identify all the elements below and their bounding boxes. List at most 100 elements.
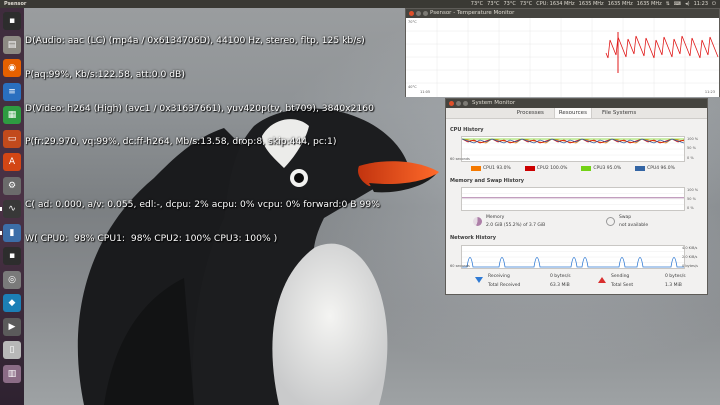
- cpu-history-title: CPU History: [450, 127, 484, 133]
- mem-y-50: 50 %: [687, 197, 696, 201]
- maximize-button[interactable]: [423, 11, 428, 16]
- maximize-button[interactable]: [463, 101, 468, 106]
- cpu-freq-indicator-2[interactable]: 1635 MHz: [579, 0, 604, 8]
- color-swatch[interactable]: [471, 166, 481, 171]
- network-history-title: Network History: [450, 235, 496, 241]
- psensor-window: Psensor - Temperature Monitor 70°C 40°C …: [405, 8, 720, 97]
- psensor-title: Psensor - Temperature Monitor: [430, 10, 515, 16]
- sending-label: Sending: [611, 274, 630, 279]
- legend-label: CPU4 96.0%: [647, 166, 675, 171]
- temp-indicator-4[interactable]: 73°C: [520, 0, 532, 8]
- cpu-history-plot: [461, 136, 685, 162]
- temperature-graph-svg: [406, 18, 719, 97]
- mem-y-0: 0 %: [687, 206, 694, 210]
- total-received-value: 63.3 MiB: [550, 283, 570, 288]
- keyboard-icon[interactable]: ⌨: [674, 0, 681, 8]
- trash-icon[interactable]: ▥: [3, 364, 21, 383]
- graph-y-max: 70°C: [408, 20, 417, 24]
- memory-history-plot: [461, 187, 685, 211]
- sysmon-title: System Monitor: [472, 100, 516, 106]
- cpu-freq-indicator-3[interactable]: 1635 MHz: [608, 0, 633, 8]
- system-monitor-icon[interactable]: ∿: [0, 200, 21, 218]
- camera-icon[interactable]: ◎: [3, 270, 21, 289]
- active-app-title: Psensor: [4, 1, 27, 7]
- osd-line: D(Audio: aac (LC) (mp4a / 0x6134706D), 4…: [25, 35, 365, 47]
- swap-pie-icon[interactable]: [606, 217, 615, 226]
- legend-cpu1[interactable]: CPU1 93.0%: [471, 166, 511, 171]
- graph-y-min: 40°C: [408, 85, 417, 89]
- close-button[interactable]: [449, 101, 454, 106]
- clock[interactable]: 11:23: [694, 0, 708, 8]
- legend-label: CPU1 93.0%: [483, 166, 511, 171]
- close-button[interactable]: [409, 11, 414, 16]
- terminal-icon[interactable]: ▪: [3, 12, 21, 30]
- cpu-y-0: 0 %: [687, 156, 694, 160]
- psensor-icon[interactable]: ▮: [0, 223, 21, 242]
- cpu-history-svg: [461, 138, 685, 156]
- calc-icon[interactable]: ▦: [3, 106, 21, 124]
- sending-arrow-icon: [598, 277, 606, 283]
- osd-line: D(Video: h264 (High) (avc1 / 0x31637661)…: [25, 102, 374, 114]
- minimize-button[interactable]: [416, 11, 421, 16]
- legend-cpu3[interactable]: CPU3 95.0%: [581, 166, 621, 171]
- memory-label: Memory: [486, 215, 505, 220]
- legend-cpu2[interactable]: CPU2 100.0%: [524, 166, 568, 171]
- graph-time-start: 11:05: [420, 90, 431, 94]
- tab-resources[interactable]: Resources: [553, 108, 592, 118]
- legend-label: CPU3 95.0%: [593, 166, 622, 171]
- network-history-svg: [462, 251, 684, 268]
- legend-label: CPU2 100.0%: [536, 166, 568, 171]
- software-center-icon[interactable]: A: [3, 153, 21, 171]
- media-icon[interactable]: ▶: [3, 317, 21, 336]
- memory-history-title: Memory and Swap History: [450, 178, 525, 184]
- mem-y-100: 100 %: [687, 188, 699, 192]
- temp-indicator-2[interactable]: 73°C: [487, 0, 499, 8]
- memory-pie-icon[interactable]: [473, 217, 482, 226]
- tab-bar: Processes Resources File Systems: [446, 108, 707, 119]
- indicator-area[interactable]: 73°C 73°C 73°C 73°C CPU: 1634 MHz 1635 M…: [471, 0, 716, 8]
- graph-time-end: 11:23: [704, 90, 715, 94]
- temperature-graph: 70°C 40°C 11:05 11:23: [406, 18, 719, 97]
- osd-line: W( CPU0: 98% CPU1: 98% CPU2: 100% CPU3: …: [25, 232, 278, 244]
- temp-indicator-3[interactable]: 73°C: [504, 0, 516, 8]
- memory-value: 2.0 GiB (55.2%) of 3.7 GiB: [486, 223, 546, 228]
- mpv-stats-overlay: D(Audio: aac (LC) (mp4a / 0x6134706D), 4…: [25, 13, 380, 255]
- power-icon[interactable]: ⏻: [712, 0, 716, 8]
- net-y-mid: 2.0 KiB/s: [682, 255, 698, 259]
- receiving-value: 0 bytes/s: [550, 274, 571, 279]
- network-icon[interactable]: ⇅: [666, 0, 670, 8]
- cpu-y-50: 50 %: [687, 146, 696, 150]
- cpu-freq-indicator-4[interactable]: 1635 MHz: [637, 0, 662, 8]
- osd-line: C( ad: 0.000, a/v: 0.055, edl:-, dcpu: 2…: [25, 199, 380, 211]
- total-received-label: Total Received: [488, 283, 521, 288]
- cpu-freq-indicator-1[interactable]: CPU: 1634 MHz: [536, 0, 574, 8]
- temp-indicator-1[interactable]: 73°C: [471, 0, 483, 8]
- impress-icon[interactable]: ▭: [3, 129, 21, 148]
- files-icon[interactable]: ▤: [3, 35, 21, 54]
- network-history-plot: [461, 245, 685, 269]
- net-y-bottom: 0 bytes/s: [682, 264, 698, 268]
- sysmon-titlebar[interactable]: System Monitor: [446, 99, 707, 108]
- receiving-arrow-icon: [475, 277, 483, 283]
- writer-icon[interactable]: ≡: [3, 82, 21, 101]
- minimize-button[interactable]: [456, 101, 461, 106]
- color-swatch[interactable]: [524, 166, 535, 171]
- sending-value: 0 bytes/s: [665, 274, 686, 279]
- tab-file-systems[interactable]: File Systems: [598, 108, 640, 118]
- tab-processes[interactable]: Processes: [513, 108, 548, 118]
- color-swatch[interactable]: [635, 166, 646, 171]
- firefox-icon[interactable]: ◉: [3, 59, 21, 77]
- net-y-top: 4.0 KiB/s: [682, 246, 698, 250]
- psensor-titlebar[interactable]: Psensor - Temperature Monitor: [406, 9, 719, 18]
- total-sent-label: Total Sent: [611, 283, 634, 288]
- memory-history-svg: [462, 193, 684, 205]
- usb-drive-icon[interactable]: ▯: [3, 341, 21, 359]
- net-x-start: 60 seconds: [450, 264, 470, 268]
- legend-cpu4[interactable]: CPU4 96.0%: [635, 166, 675, 171]
- settings-icon[interactable]: ⚙: [3, 176, 21, 195]
- volume-icon[interactable]: ◂): [685, 0, 689, 8]
- color-swatch[interactable]: [581, 166, 592, 171]
- terminal-icon-2[interactable]: ▪: [3, 247, 21, 265]
- cpu-y-100: 100 %: [687, 137, 699, 141]
- kodi-icon[interactable]: ◆: [3, 294, 21, 312]
